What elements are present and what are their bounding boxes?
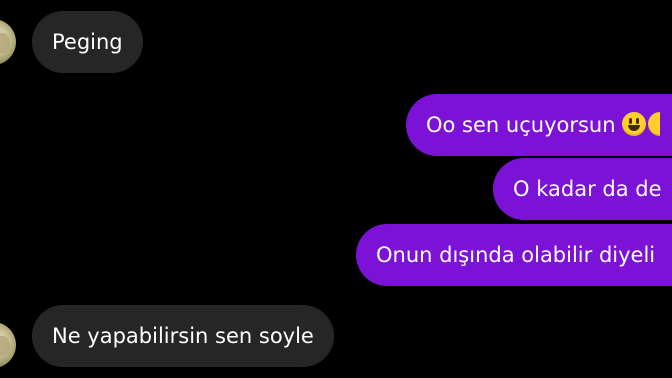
chat-thread: Peging Oo sen uçuyorsun O kadar da de On… xyxy=(0,0,672,378)
incoming-message-bubble[interactable]: Ne yapabilirsin sen soyle xyxy=(32,305,334,367)
message-text: Oo sen uçuyorsun xyxy=(426,113,616,137)
grinning-face-emoji-icon xyxy=(647,112,660,136)
outgoing-message-bubble[interactable]: O kadar da de xyxy=(493,158,672,220)
message-text: Peging xyxy=(52,30,123,54)
avatar[interactable] xyxy=(0,19,16,65)
avatar-image xyxy=(0,33,10,53)
grinning-face-emoji-icon xyxy=(621,112,646,136)
outgoing-message-bubble[interactable]: Onun dışında olabilir diyeli xyxy=(356,224,672,286)
message-text: Onun dışında olabilir diyeli xyxy=(376,243,656,267)
incoming-message-bubble[interactable]: Peging xyxy=(32,11,143,73)
outgoing-message-bubble[interactable]: Oo sen uçuyorsun xyxy=(406,94,672,156)
avatar[interactable] xyxy=(0,322,16,368)
message-text: Ne yapabilirsin sen soyle xyxy=(52,324,314,348)
message-text: O kadar da de xyxy=(513,177,662,201)
avatar-image xyxy=(0,336,10,356)
